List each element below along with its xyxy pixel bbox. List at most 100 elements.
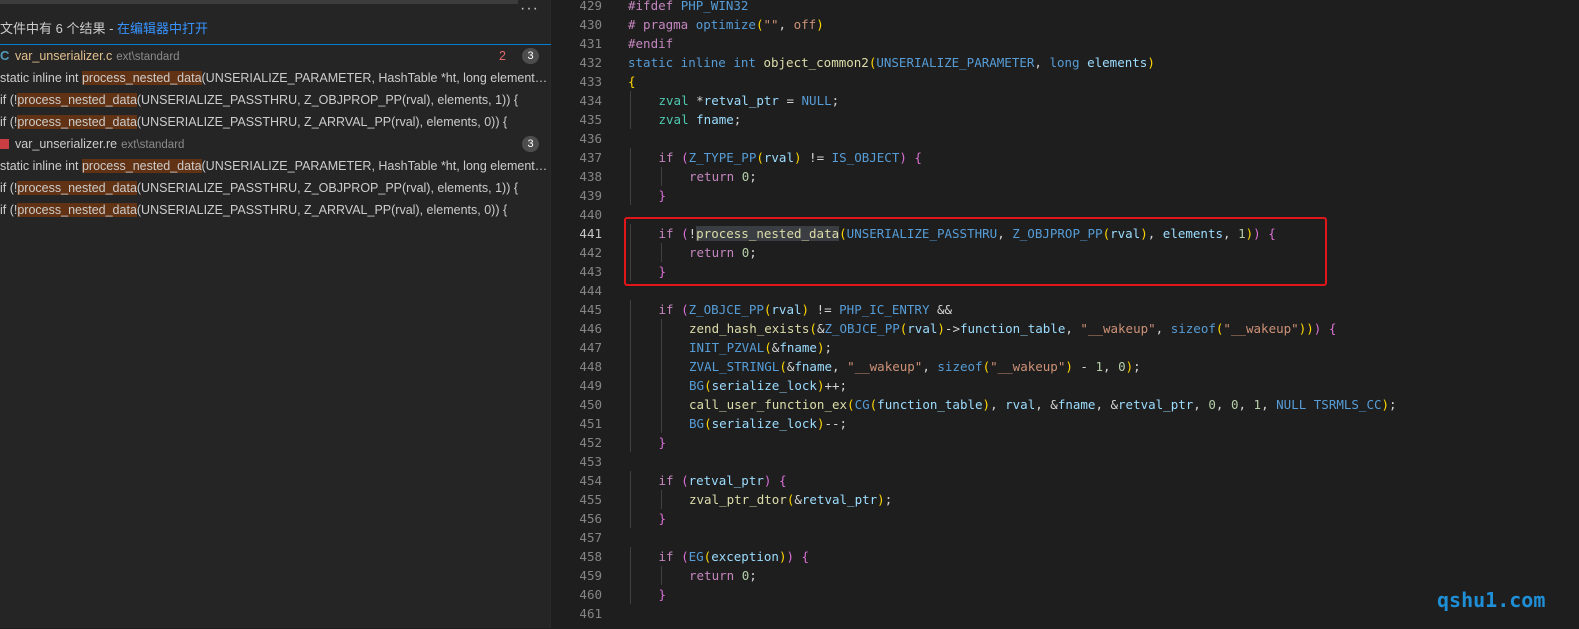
search-results-tree: Cvar_unserializer.c ext\standard 2 3 static …: [0, 44, 551, 629]
code-token: if: [658, 150, 682, 165]
code-line[interactable]: 447 INIT_PZVAL(&fname);: [552, 338, 1579, 357]
code-token: function_table: [877, 397, 983, 412]
match-result-row[interactable]: if (!process_nested_data(UNSERIALIZE_PAS…: [0, 177, 551, 199]
code-token: return: [689, 169, 742, 184]
code-line[interactable]: 446 zend_hash_exists(&Z_OBJCE_PP(rval)->f…: [552, 319, 1579, 338]
indent-guide: [660, 319, 662, 338]
indent-guide: [660, 376, 662, 395]
code-token: ): [816, 17, 824, 32]
code-line[interactable]: 452}: [552, 433, 1579, 452]
match-result-row[interactable]: if (!process_nested_data(UNSERIALIZE_PAS…: [0, 89, 551, 111]
file-name-text: var_unserializer.c: [15, 49, 113, 63]
match-text: if (!process_nested_data(UNSERIALIZE_PAS…: [0, 199, 549, 221]
line-number: 457: [579, 530, 602, 545]
match-text: if (!process_nested_data(UNSERIALIZE_PAS…: [0, 111, 549, 133]
match-result-row[interactable]: static inline int process_nested_data(UN…: [0, 67, 551, 89]
code-line[interactable]: 432 static inline int object_common2(UNSE…: [552, 53, 1579, 72]
code-text: }: [659, 186, 667, 205]
file-result-row[interactable]: Cvar_unserializer.c ext\standard 2 3: [0, 45, 551, 67]
code-line[interactable]: 460}: [552, 585, 1579, 604]
code-token: retval_ptr: [801, 492, 878, 507]
code-line[interactable]: 458 if (EG(exception)) {: [552, 547, 1579, 566]
line-number: 438: [579, 169, 602, 184]
match-before: static inline int: [0, 71, 82, 85]
code-token: fname: [696, 112, 734, 127]
code-token: (: [681, 473, 689, 488]
match-result-row[interactable]: if (!process_nested_data(UNSERIALIZE_PAS…: [0, 111, 551, 133]
code-line[interactable]: 459 return 0;: [552, 566, 1579, 585]
file-result-row[interactable]: var_unserializer.re ext\standard 3: [0, 133, 551, 155]
code-token: ,: [1065, 321, 1081, 336]
code-line[interactable]: 456}: [552, 509, 1579, 528]
code-token: ,: [832, 359, 848, 374]
line-number: 456: [579, 511, 602, 526]
match-result-row[interactable]: static inline int process_nested_data(UN…: [0, 155, 551, 177]
indent-guide: [660, 167, 662, 186]
code-token: , &: [1035, 397, 1058, 412]
panel-scrollbar[interactable]: [0, 0, 518, 4]
code-token: {: [914, 150, 922, 165]
code-token: (: [681, 150, 689, 165]
code-token: ,: [1238, 397, 1254, 412]
code-line[interactable]: 436: [552, 129, 1579, 148]
code-token: serialize_lock: [711, 416, 817, 431]
code-text: }: [659, 509, 667, 528]
code-text: call_user_function_ex(CG(function_table)…: [689, 395, 1397, 414]
indent-guide: [630, 395, 631, 414]
code-line[interactable]: 438 return 0;: [552, 167, 1579, 186]
code-line[interactable]: 454 if (retval_ptr) {: [552, 471, 1579, 490]
code-token: &&: [929, 302, 953, 317]
file-path: ext\standard: [116, 51, 180, 63]
code-token: ): [1065, 359, 1073, 374]
code-line[interactable]: 430 # pragma optimize("", off): [552, 15, 1579, 34]
code-line[interactable]: 448 ZVAL_STRINGL(&fname, "__wakeup", size…: [552, 357, 1579, 376]
match-after: (UNSERIALIZE_PASSTHRU, Z_OBJPROP_PP(rval…: [136, 93, 519, 107]
code-token: ,: [1215, 397, 1231, 412]
file-name: var_unserializer.re ext\standard: [15, 133, 184, 155]
code-line[interactable]: 433 {: [552, 72, 1579, 91]
indent-guide: [630, 167, 631, 186]
code-token: Z_OBJCE_PP: [824, 321, 900, 336]
code-line[interactable]: 439}: [552, 186, 1579, 205]
open-in-editor-link[interactable]: 在编辑器中打开: [117, 21, 208, 36]
code-editor[interactable]: 429 #ifdef PHP_WIN32 430 # pragma optimize(…: [552, 0, 1579, 628]
code-line[interactable]: 453: [552, 452, 1579, 471]
code-token: ): [877, 492, 885, 507]
problem-count: 2: [499, 49, 506, 63]
indent-guide: [630, 509, 631, 528]
code-line[interactable]: 455 zval_ptr_dtor(&retval_ptr);: [552, 490, 1579, 509]
code-token: "__wakeup": [847, 359, 923, 374]
code-line[interactable]: 445 if (Z_OBJCE_PP(rval) != PHP_IC_ENTRY …: [552, 300, 1579, 319]
code-token: ): [786, 549, 794, 564]
re-file-icon: [0, 139, 9, 149]
code-line[interactable]: 449 BG(serialize_lock)++;: [552, 376, 1579, 395]
code-line[interactable]: 457: [552, 528, 1579, 547]
code-token: ,: [1193, 397, 1209, 412]
code-token: 0: [1208, 397, 1216, 412]
match-after: (UNSERIALIZE_PARAMETER, HashTable *ht, l…: [201, 159, 549, 173]
code-token: sizeof: [1170, 321, 1216, 336]
code-line[interactable]: 461: [552, 604, 1579, 623]
indent-guide: [630, 414, 631, 433]
code-token: zval: [658, 112, 697, 127]
code-line[interactable]: 434 zval *retval_ptr = NULL;: [552, 91, 1579, 110]
code-line[interactable]: 451 BG(serialize_lock)--;: [552, 414, 1579, 433]
more-actions-button[interactable]: ···: [520, 0, 539, 18]
code-token: static inline int: [628, 55, 764, 70]
code-line[interactable]: 450 call_user_function_ex(CG(function_tab…: [552, 395, 1579, 414]
file-name-text: var_unserializer.re: [15, 137, 118, 151]
code-token: sizeof: [937, 359, 983, 374]
code-token: ): [1381, 397, 1390, 412]
match-result-row[interactable]: if (!process_nested_data(UNSERIALIZE_PAS…: [0, 199, 551, 221]
code-text: if (EG(exception)) {: [659, 547, 810, 566]
code-line[interactable]: 437 if (Z_TYPE_PP(rval) != IS_OBJECT) {: [552, 148, 1579, 167]
code-token: {: [778, 473, 787, 488]
line-number: 432: [579, 55, 602, 70]
code-token: optimize: [695, 17, 756, 32]
code-line[interactable]: 429 #ifdef PHP_WIN32: [552, 0, 1579, 15]
code-token: ;: [749, 169, 757, 184]
code-line[interactable]: 435 zval fname;: [552, 110, 1579, 129]
code-line[interactable]: 431 #endif: [552, 34, 1579, 53]
code-token: }: [658, 511, 667, 526]
